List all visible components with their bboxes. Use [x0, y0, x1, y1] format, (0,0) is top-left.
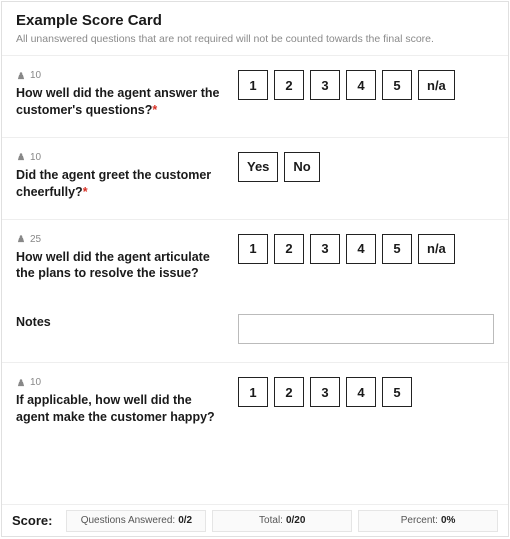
- question-text: How well did the agent answer the custom…: [16, 85, 228, 119]
- notes-input[interactable]: [238, 314, 494, 344]
- option-1[interactable]: 1: [238, 377, 268, 407]
- option-na[interactable]: n/a: [418, 234, 455, 264]
- weight-value: 25: [30, 234, 41, 245]
- question-text: Did the agent greet the customer cheerfu…: [16, 167, 228, 201]
- score-card: Example Score Card All unanswered questi…: [1, 1, 509, 537]
- required-marker: *: [83, 185, 88, 199]
- stat-percent-value: 0%: [441, 515, 455, 526]
- question-row: 10 If applicable, how well did the agent…: [2, 362, 508, 444]
- score-footer: Score: Questions Answered: 0/2 Total: 0/…: [2, 504, 508, 536]
- option-yes[interactable]: Yes: [238, 152, 278, 182]
- option-2[interactable]: 2: [274, 70, 304, 100]
- notes-right: [238, 314, 494, 344]
- stat-answered: Questions Answered: 0/2: [66, 510, 206, 532]
- question-options: 1 2 3 4 5 n/a: [238, 70, 494, 100]
- stat-percent: Percent: 0%: [358, 510, 498, 532]
- option-5[interactable]: 5: [382, 234, 412, 264]
- stat-total-label: Total:: [259, 515, 283, 526]
- weight-value: 10: [30, 152, 41, 163]
- question-options: Yes No: [238, 152, 494, 182]
- notes-label: Notes: [16, 314, 228, 331]
- option-4[interactable]: 4: [346, 70, 376, 100]
- stat-total-value: 0/20: [286, 515, 305, 526]
- question-left: 10 How well did the agent answer the cus…: [16, 70, 238, 119]
- weight-icon: [16, 378, 26, 388]
- option-1[interactable]: 1: [238, 70, 268, 100]
- score-label: Score:: [12, 513, 60, 528]
- option-no[interactable]: No: [284, 152, 319, 182]
- question-text: How well did the agent articulate the pl…: [16, 249, 228, 283]
- weight-icon: [16, 152, 26, 162]
- option-4[interactable]: 4: [346, 234, 376, 264]
- option-1[interactable]: 1: [238, 234, 268, 264]
- option-2[interactable]: 2: [274, 377, 304, 407]
- card-header: Example Score Card All unanswered questi…: [2, 2, 508, 55]
- question-weight: 10: [16, 70, 228, 81]
- stat-total: Total: 0/20: [212, 510, 352, 532]
- weight-value: 10: [30, 377, 41, 388]
- required-marker: *: [152, 103, 157, 117]
- question-weight: 25: [16, 234, 228, 245]
- option-3[interactable]: 3: [310, 70, 340, 100]
- stat-percent-label: Percent:: [401, 515, 438, 526]
- option-2[interactable]: 2: [274, 234, 304, 264]
- weight-value: 10: [30, 70, 41, 81]
- option-5[interactable]: 5: [382, 377, 412, 407]
- stat-answered-value: 0/2: [178, 515, 192, 526]
- stat-answered-label: Questions Answered:: [81, 515, 176, 526]
- question-row: 10 How well did the agent answer the cus…: [2, 55, 508, 137]
- card-subtitle: All unanswered questions that are not re…: [16, 33, 494, 45]
- question-weight: 10: [16, 377, 228, 388]
- card-title: Example Score Card: [16, 12, 494, 29]
- option-5[interactable]: 5: [382, 70, 412, 100]
- weight-icon: [16, 234, 26, 244]
- option-4[interactable]: 4: [346, 377, 376, 407]
- option-3[interactable]: 3: [310, 377, 340, 407]
- question-left: 25 How well did the agent articulate the…: [16, 234, 238, 283]
- question-row: 10 Did the agent greet the customer chee…: [2, 137, 508, 219]
- question-weight: 10: [16, 152, 228, 163]
- question-options: 1 2 3 4 5 n/a: [238, 234, 494, 264]
- option-3[interactable]: 3: [310, 234, 340, 264]
- question-text: If applicable, how well did the agent ma…: [16, 392, 228, 426]
- question-left: 10 If applicable, how well did the agent…: [16, 377, 238, 426]
- question-options: 1 2 3 4 5: [238, 377, 494, 407]
- question-row: 25 How well did the agent articulate the…: [2, 219, 508, 301]
- notes-row: Notes: [2, 300, 508, 362]
- weight-icon: [16, 71, 26, 81]
- notes-left: Notes: [16, 314, 238, 331]
- option-na[interactable]: n/a: [418, 70, 455, 100]
- question-left: 10 Did the agent greet the customer chee…: [16, 152, 238, 201]
